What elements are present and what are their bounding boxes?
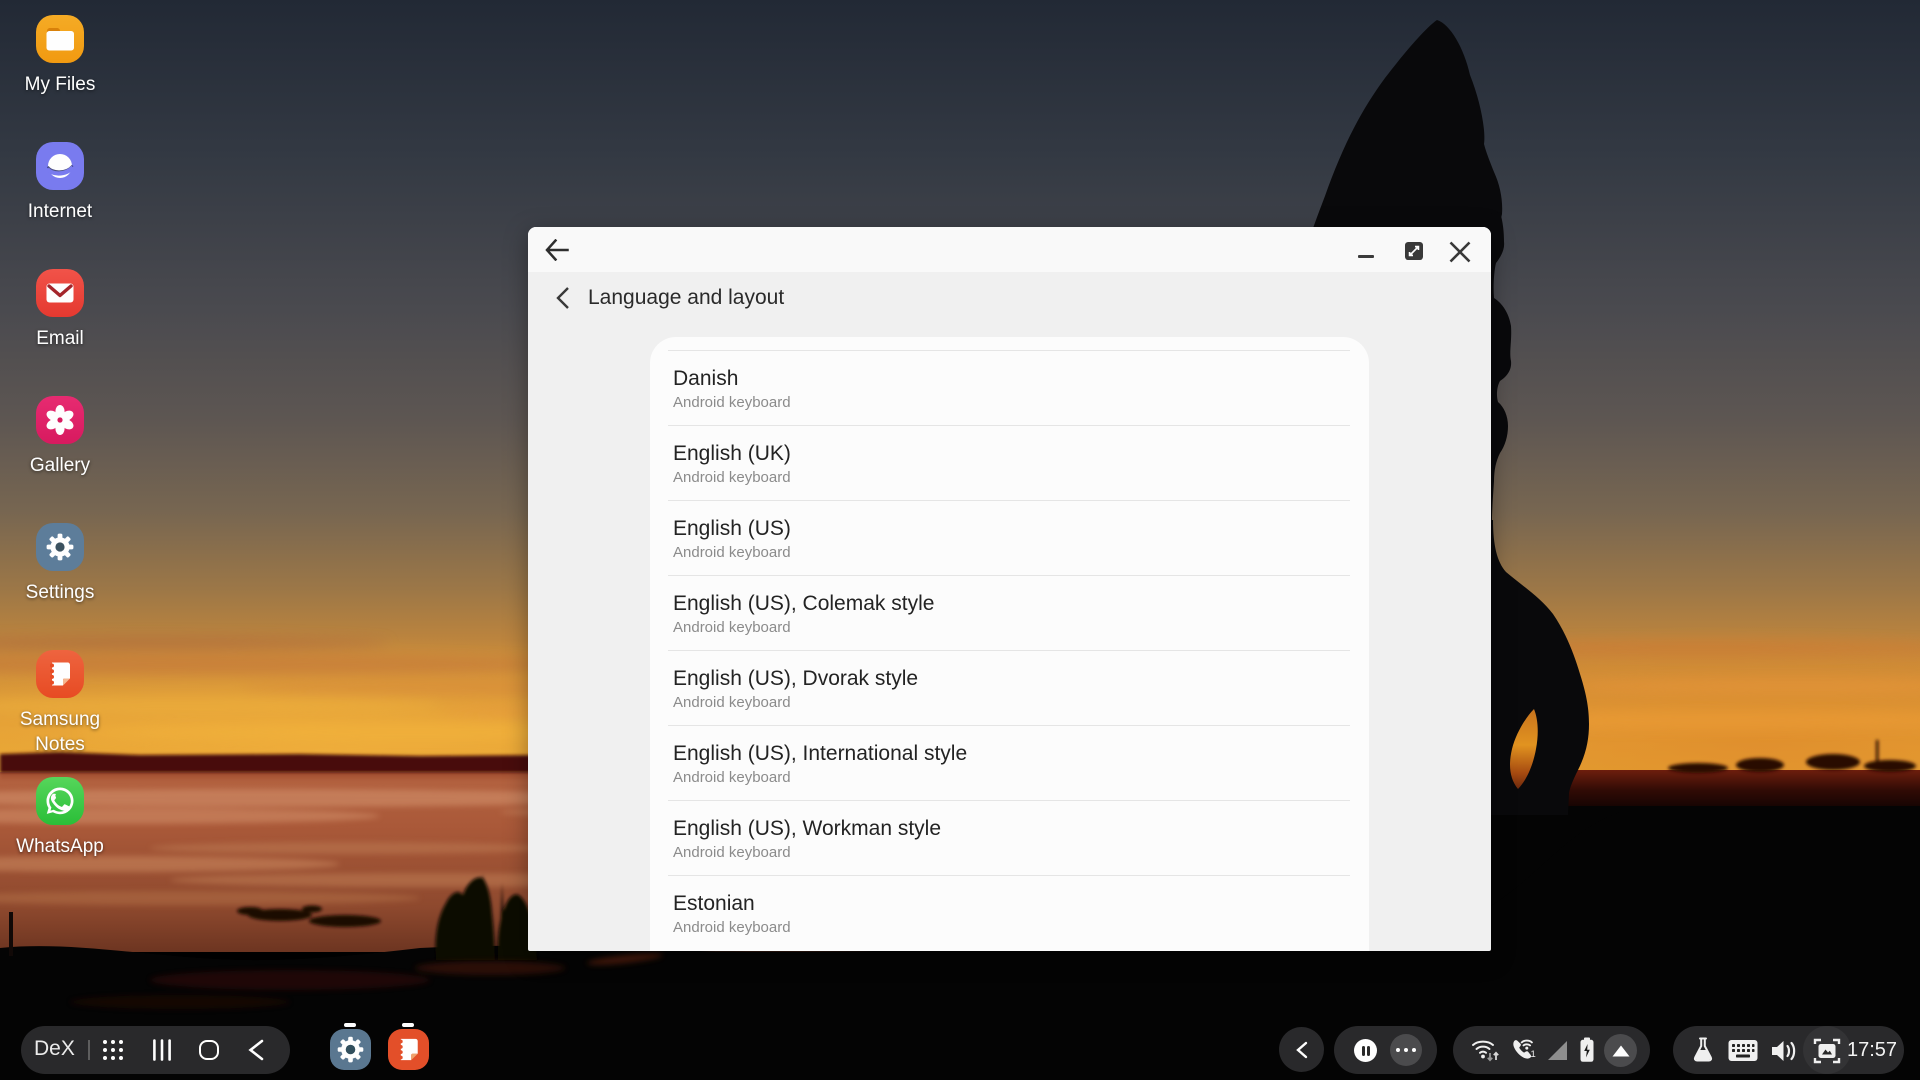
svg-text:1: 1 (1531, 1049, 1536, 1060)
